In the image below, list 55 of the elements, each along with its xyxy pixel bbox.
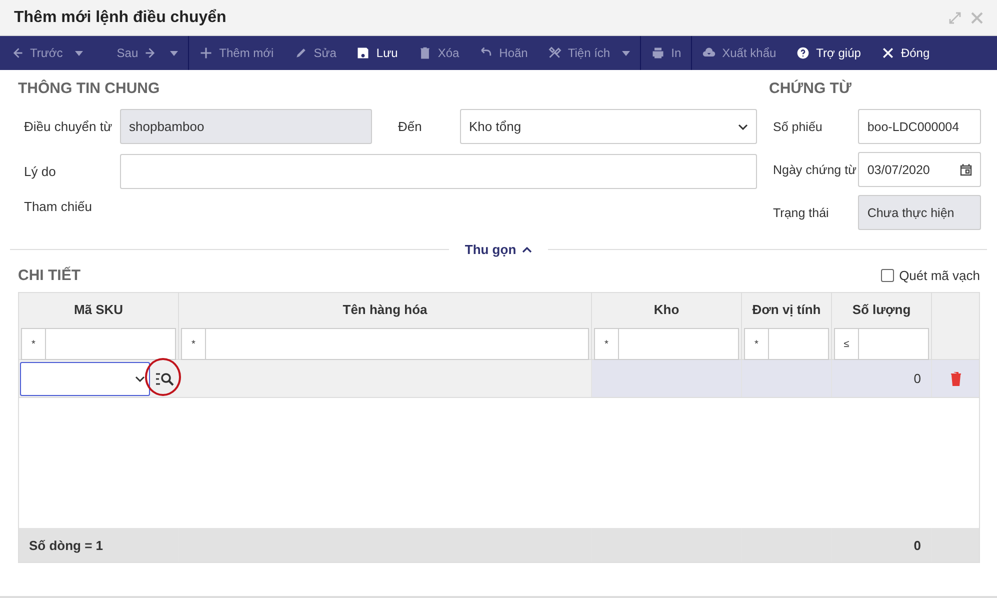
chevron-down-icon <box>738 124 748 130</box>
chevron-up-icon <box>522 246 532 252</box>
trash-icon <box>418 46 432 60</box>
input-field[interactable]: shopbamboo <box>120 109 372 144</box>
field-label: Đến <box>397 119 423 134</box>
section-title: CHI TIẾT <box>18 267 80 284</box>
close-icon[interactable] <box>971 12 983 24</box>
field-label: Số phiếu <box>772 120 824 134</box>
plus-icon <box>199 46 214 60</box>
caret-icon <box>170 50 178 56</box>
barcode-checkbox[interactable]: Quét mã vạch <box>881 268 980 283</box>
input-field[interactable] <box>120 154 757 189</box>
field-label: Trạng thái <box>772 206 830 220</box>
help-icon <box>796 46 810 60</box>
chevron-down-icon <box>135 376 145 382</box>
table-cell: 0 <box>832 360 932 397</box>
highlight-circle <box>145 358 181 396</box>
filter-field[interactable] <box>618 328 739 360</box>
field-label: Ngày chứng từ <box>772 162 858 176</box>
date-field[interactable]: 03/07/2020 <box>858 152 981 187</box>
section-title: THÔNG TIN CHUNG <box>18 80 161 97</box>
tools-icon <box>548 46 562 60</box>
toolbar-button[interactable]: Trợ giúp <box>786 36 871 70</box>
collapse-button[interactable]: Thu gọn <box>464 242 532 257</box>
filter-operator[interactable]: * <box>21 328 45 360</box>
pencil-icon <box>294 46 308 60</box>
close-icon <box>880 46 895 60</box>
field-label: Điều chuyển từ <box>23 119 114 134</box>
filter-field[interactable] <box>768 328 829 360</box>
filter-operator[interactable]: * <box>744 328 768 360</box>
field-label: Lý do <box>23 164 57 179</box>
filter-field[interactable] <box>858 328 929 360</box>
toolbar-button[interactable]: Đóng <box>870 36 940 70</box>
caret-icon <box>622 50 630 56</box>
input-field[interactable]: Chưa thực hiện <box>858 195 981 230</box>
expand-icon[interactable] <box>949 12 961 24</box>
window-title: Thêm mới lệnh điều chuyển <box>14 8 226 26</box>
filter-field[interactable] <box>45 328 176 360</box>
sku-select[interactable] <box>20 362 150 396</box>
delete-icon[interactable] <box>950 372 962 386</box>
input-field[interactable]: boo-LDC000004 <box>858 109 981 144</box>
caret-icon <box>74 50 83 56</box>
calendar-icon <box>960 164 972 176</box>
select-field[interactable]: Kho tổng <box>460 109 757 144</box>
filter-operator[interactable]: ≤ <box>834 328 858 360</box>
filter-operator[interactable]: * <box>594 328 618 360</box>
printer-icon <box>651 46 666 60</box>
search-list-icon[interactable] <box>156 372 174 386</box>
filter-operator[interactable]: * <box>181 328 205 360</box>
field-label: Tham chiếu <box>23 199 93 214</box>
filter-field[interactable] <box>205 328 589 360</box>
total-quantity: 0 <box>914 538 921 552</box>
section-title: CHỨNG TỪ <box>769 80 852 97</box>
row-count: Số dòng = 1 <box>29 538 104 552</box>
toolbar-button[interactable]: Lưu <box>346 36 408 70</box>
